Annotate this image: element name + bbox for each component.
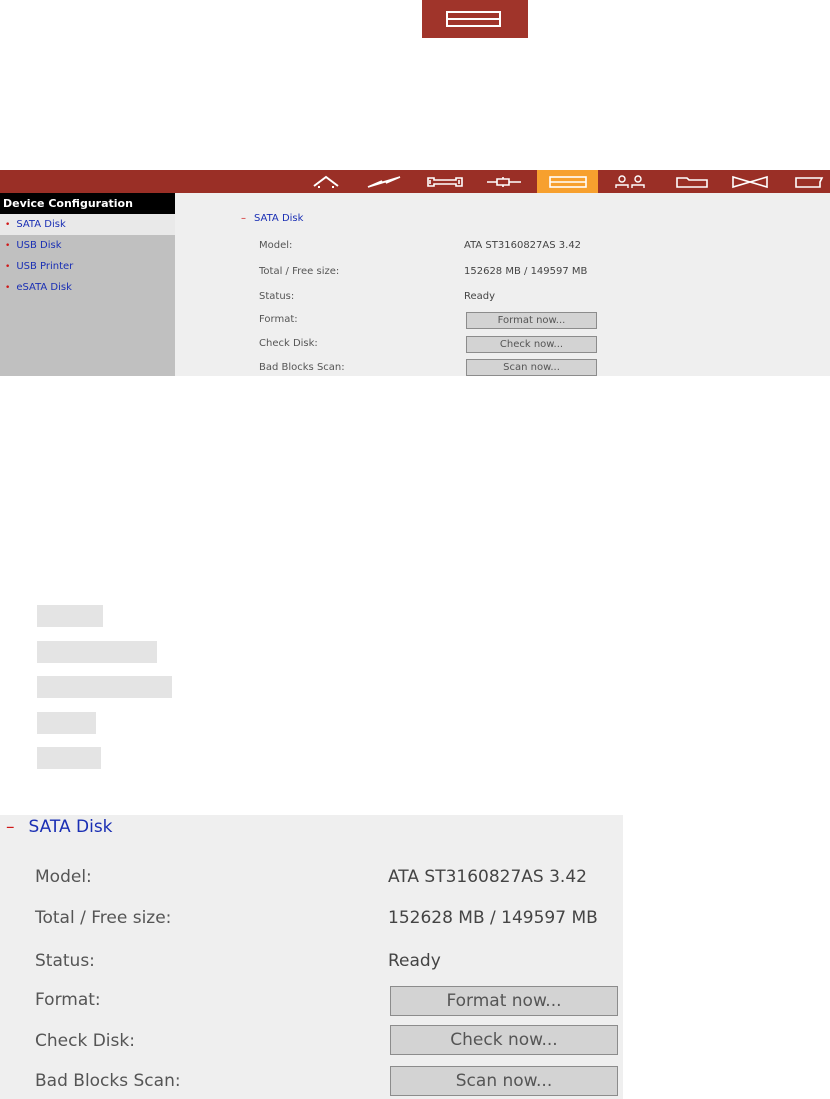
plug-icon[interactable] (480, 170, 528, 193)
zoom-bad-blocks-scan-label: Bad Blocks Scan: (35, 1071, 181, 1091)
zoom-format-now-button[interactable]: Format now... (390, 986, 618, 1016)
sidebar-item-usb-disk[interactable]: • USB Disk (0, 235, 175, 256)
zoom-model-value: ATA ST3160827AS 3.42 (388, 867, 587, 887)
bolt-icon[interactable] (362, 170, 406, 193)
sata-disk-detail-zoom: – SATA Disk Model: ATA ST3160827AS 3.42 T… (0, 815, 623, 1099)
disk-management-icon (422, 0, 528, 38)
disk-icon[interactable] (537, 170, 598, 193)
placeholder-block (37, 676, 172, 698)
sidebar-header: Device Configuration (0, 193, 175, 214)
top-nav-bar (0, 170, 830, 193)
sidebar-item-esata-disk[interactable]: • eSATA Disk (0, 277, 175, 298)
content-area: – SATA Disk Model: ATA ST3160827AS 3.42 T… (175, 193, 830, 376)
sidebar-item-label: USB Disk (16, 240, 62, 251)
sidebar-item-label: SATA Disk (16, 219, 66, 230)
sidebar-item-label: USB Printer (16, 261, 74, 272)
sidebar-item-usb-printer[interactable]: • USB Printer (0, 256, 175, 277)
zoom-status-label: Status: (35, 951, 95, 971)
network-icon[interactable] (726, 170, 774, 193)
model-value: ATA ST3160827AS 3.42 (464, 240, 582, 251)
document-icon[interactable] (788, 170, 830, 193)
zoom-size-label: Total / Free size: (35, 908, 172, 928)
model-label: Model: (259, 240, 293, 251)
zoom-check-now-button[interactable]: Check now... (390, 1025, 618, 1055)
zoom-check-disk-label: Check Disk: (35, 1031, 135, 1051)
check-disk-label: Check Disk: (259, 338, 318, 349)
bad-blocks-scan-label: Bad Blocks Scan: (259, 362, 345, 373)
placeholder-block (37, 712, 96, 734)
status-value: Ready (464, 291, 496, 302)
home-icon[interactable] (305, 170, 347, 193)
size-label: Total / Free size: (259, 266, 340, 277)
section-title[interactable]: – SATA Disk (241, 213, 303, 224)
status-label: Status: (259, 291, 295, 302)
zoom-size-value: 152628 MB / 149597 MB (388, 908, 598, 928)
format-now-button[interactable]: Format now... (466, 312, 597, 329)
sidebar-item-sata-disk[interactable]: • SATA Disk (0, 214, 175, 235)
bullet-icon: • (5, 220, 11, 230)
check-now-button[interactable]: Check now... (466, 336, 597, 353)
zoom-model-label: Model: (35, 867, 92, 887)
users-icon[interactable] (608, 170, 652, 193)
zoom-section-title[interactable]: – SATA Disk (6, 817, 113, 837)
scan-now-button[interactable]: Scan now... (466, 359, 597, 376)
collapse-icon[interactable]: – (241, 213, 246, 224)
placeholder-block (37, 641, 157, 663)
bullet-icon: • (5, 262, 11, 272)
device-configuration-panel: Device Configuration • SATA Disk • USB Dis… (0, 170, 830, 376)
format-label: Format: (259, 314, 298, 325)
placeholder-block (37, 605, 103, 627)
zoom-scan-now-button[interactable]: Scan now... (390, 1066, 618, 1096)
bullet-icon: • (5, 241, 11, 251)
size-value: 152628 MB / 149597 MB (464, 266, 588, 277)
placeholder-block (37, 747, 101, 769)
wrench-icon[interactable] (420, 170, 470, 193)
bullet-icon: • (5, 283, 11, 293)
zoom-status-value: Ready (388, 951, 441, 971)
collapse-icon[interactable]: – (6, 817, 15, 837)
sidebar-item-label: eSATA Disk (16, 282, 72, 293)
zoom-format-label: Format: (35, 990, 101, 1010)
sidebar: Device Configuration • SATA Disk • USB Dis… (0, 193, 175, 376)
folder-icon[interactable] (668, 170, 716, 193)
